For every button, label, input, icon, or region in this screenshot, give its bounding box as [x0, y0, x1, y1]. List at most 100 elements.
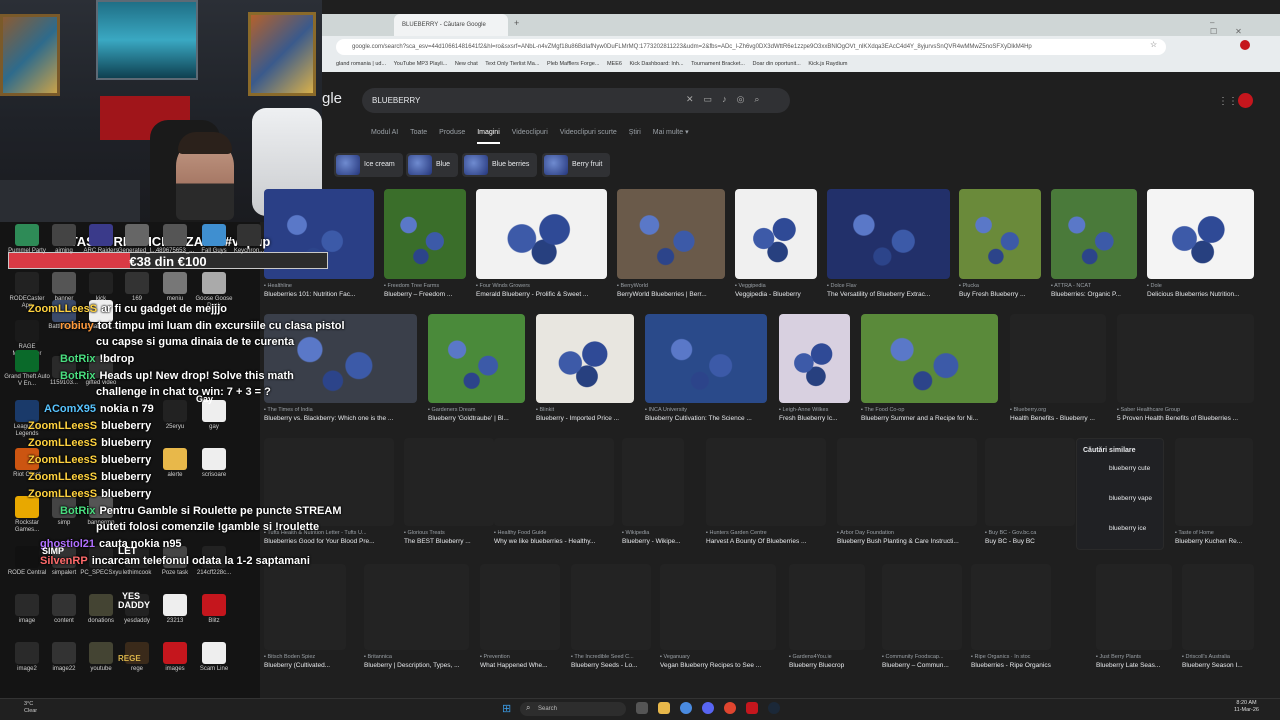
window-controls[interactable]: –☐✕: [1210, 18, 1280, 36]
result-caption[interactable]: Blueberry – Commun...: [882, 662, 962, 669]
bookmark-item[interactable]: Pleb Mafflers Forge...: [547, 61, 599, 67]
result-source[interactable]: ▪ Dole: [1147, 283, 1254, 289]
result-caption[interactable]: Buy Fresh Blueberry ...: [959, 291, 1041, 298]
result-thumbnail[interactable]: [735, 189, 817, 279]
result-source[interactable]: ▪ Four Winds Growers: [476, 283, 607, 289]
result-source[interactable]: ▪ Leigh-Anne Wilkes: [779, 407, 850, 413]
result-caption[interactable]: Blueberry Bluecrop: [789, 662, 865, 669]
chip-ice-cream[interactable]: Ice cream: [334, 153, 403, 177]
image-result[interactable]: ▪ Ripe Organics · În stoc Blueberries - R…: [971, 564, 1051, 669]
image-result[interactable]: ▪ Wikipedia Blueberry - Wikipe...: [622, 438, 684, 545]
image-result[interactable]: ▪ Gardeners Dream Blueberry 'Goldtraube' …: [428, 314, 525, 422]
profile-icon[interactable]: [1240, 40, 1250, 50]
image-result[interactable]: ▪ Healthline Blueberries 101: Nutrition F…: [264, 189, 374, 298]
result-thumbnail[interactable]: [1010, 314, 1106, 403]
image-result[interactable]: ▪ Leigh-Anne Wilkes Fresh Blueberry Ic...: [779, 314, 850, 422]
result-thumbnail[interactable]: [1096, 564, 1172, 650]
result-caption[interactable]: The Versatility of Blueberry Extrac...: [827, 291, 950, 298]
steam-icon[interactable]: [768, 702, 780, 714]
result-source[interactable]: ▪ Healthline: [264, 283, 374, 289]
result-caption[interactable]: Vegan Blueberry Recipes to See ...: [660, 662, 776, 669]
result-source[interactable]: ▪ Veggipedia: [735, 283, 817, 289]
result-source[interactable]: ▪ ATTRA - NCAT: [1051, 283, 1137, 289]
tab-products[interactable]: Produse: [439, 129, 465, 136]
chip-blue[interactable]: Blue: [406, 153, 459, 177]
result-caption[interactable]: Blueberries: Organic P...: [1051, 291, 1137, 298]
result-thumbnail[interactable]: [364, 564, 469, 650]
result-source[interactable]: ▪ Veganuary: [660, 654, 776, 660]
clock[interactable]: 8:20 AM 11-Mar-26: [1234, 700, 1259, 714]
related-item[interactable]: blueberry cute: [1077, 454, 1163, 484]
result-thumbnail[interactable]: [660, 564, 776, 650]
result-thumbnail[interactable]: [480, 564, 560, 650]
image-result[interactable]: ▪ Taste of Home Blueberry Kuchen Re...: [1175, 438, 1253, 545]
result-source[interactable]: ▪ Just Berry Plants: [1096, 654, 1172, 660]
result-source[interactable]: ▪ BerryWorld: [617, 283, 725, 289]
result-caption[interactable]: Blueberry - Wikipe...: [622, 538, 684, 545]
result-source[interactable]: ▪ Wikipedia: [622, 530, 684, 536]
result-caption[interactable]: 5 Proven Health Benefits of Blueberries …: [1117, 415, 1254, 422]
image-result[interactable]: ▪ Freedom Tree Farms Blueberry – Freedom …: [384, 189, 466, 298]
result-caption[interactable]: Blueberry Cultivation: The Science ...: [645, 415, 767, 422]
image-result[interactable]: ▪ Bitsch Boden Spiez Blueberry (Cultivate…: [264, 564, 346, 669]
search-icon[interactable]: ⌕: [754, 94, 769, 104]
result-thumbnail[interactable]: [536, 314, 634, 403]
bookmark-item[interactable]: MEE6: [607, 61, 622, 67]
result-source[interactable]: ▪ Buy BC - Gov.bc.ca: [985, 530, 1075, 536]
result-thumbnail[interactable]: [861, 314, 998, 403]
result-thumbnail[interactable]: [404, 438, 494, 526]
bookmark-item[interactable]: Kick.js Raydium: [808, 61, 847, 67]
result-caption[interactable]: Blueberry Bush Planting & Care Instructi…: [837, 538, 977, 545]
bookmark-item[interactable]: New chat: [455, 61, 478, 67]
result-source[interactable]: ▪ Bitsch Boden Spiez: [264, 654, 346, 660]
chip-berry-fruit[interactable]: Berry fruit: [542, 153, 611, 177]
result-source[interactable]: ▪ Dolce Flav: [827, 283, 950, 289]
image-result[interactable]: ▪ Community Foodscap... Blueberry – Commu…: [882, 564, 962, 669]
result-thumbnail[interactable]: [789, 564, 865, 650]
result-caption[interactable]: Blueberry – Freedom ...: [384, 291, 466, 298]
image-result[interactable]: ▪ Buy BC - Gov.bc.ca Buy BC - Buy BC: [985, 438, 1075, 545]
bookmark-item[interactable]: Doar din oportunit...: [752, 61, 800, 67]
result-caption[interactable]: Blueberry - Imported Price ...: [536, 415, 634, 422]
tab-videos[interactable]: Videoclipuri: [512, 129, 548, 136]
desktop-icon[interactable]: Keychron...: [226, 224, 272, 255]
weather-widget[interactable]: 3°C Clear: [24, 701, 37, 715]
tab-ai-mode[interactable]: Modul AI: [371, 129, 398, 136]
image-result[interactable]: ▪ Blinkit Blueberry - Imported Price ...: [536, 314, 634, 422]
tab-short-videos[interactable]: Videoclipuri scurte: [560, 129, 617, 136]
image-result[interactable]: ▪ Prevention What Happened Whe...: [480, 564, 560, 669]
result-source[interactable]: ▪ Blueberry.org: [1010, 407, 1106, 413]
desktop-icon[interactable]: Scam Line: [191, 642, 237, 673]
new-tab-icon[interactable]: +: [514, 18, 519, 28]
related-item[interactable]: blueberry vape: [1077, 484, 1163, 514]
result-source[interactable]: ▪ Arbor Day Foundation: [837, 530, 977, 536]
result-source[interactable]: ▪ The Incredible Seed C...: [571, 654, 651, 660]
result-source[interactable]: ▪ Prevention: [480, 654, 560, 660]
result-thumbnail[interactable]: [617, 189, 725, 279]
browser-tab[interactable]: BLUEBERRY - Căutare Google: [394, 14, 508, 36]
tab-images[interactable]: Imagini: [477, 129, 500, 144]
result-thumbnail[interactable]: [1147, 189, 1254, 279]
result-source[interactable]: ▪ Saber Healthcare Group: [1117, 407, 1254, 413]
tab-news[interactable]: Știri: [629, 129, 641, 136]
google-logo[interactable]: gle: [322, 90, 342, 107]
clear-icon[interactable]: ✕: [686, 94, 704, 104]
result-caption[interactable]: Fresh Blueberry Ic...: [779, 415, 850, 422]
result-caption[interactable]: Blueberry Seeds - Lo...: [571, 662, 651, 669]
result-caption[interactable]: What Happened Whe...: [480, 662, 560, 669]
result-caption[interactable]: BerryWorld Blueberries | Berr...: [617, 291, 725, 298]
result-thumbnail[interactable]: [1182, 564, 1254, 650]
result-source[interactable]: ▪ Driscoll's Australia: [1182, 654, 1254, 660]
bookmark-item[interactable]: gland romania | ud...: [336, 61, 386, 67]
image-result[interactable]: ▪ Driscoll's Australia Blueberry Season I…: [1182, 564, 1254, 669]
result-thumbnail[interactable]: [494, 438, 614, 526]
result-caption[interactable]: Blueberry 'Goldtraube' | Bl...: [428, 415, 525, 422]
result-thumbnail[interactable]: [882, 564, 962, 650]
result-source[interactable]: ▪ Healthy Food Guide: [494, 530, 614, 536]
result-thumbnail[interactable]: [476, 189, 607, 279]
image-result[interactable]: ▪ Hunters Garden Centre Harvest A Bounty …: [706, 438, 826, 545]
result-source[interactable]: ▪ Plucka: [959, 283, 1041, 289]
image-result[interactable]: ▪ Veggipedia Veggipedia - Blueberry: [735, 189, 817, 298]
image-result[interactable]: ▪ Britannica Blueberry | Description, Typ…: [364, 564, 469, 669]
chrome-icon[interactable]: [680, 702, 692, 714]
